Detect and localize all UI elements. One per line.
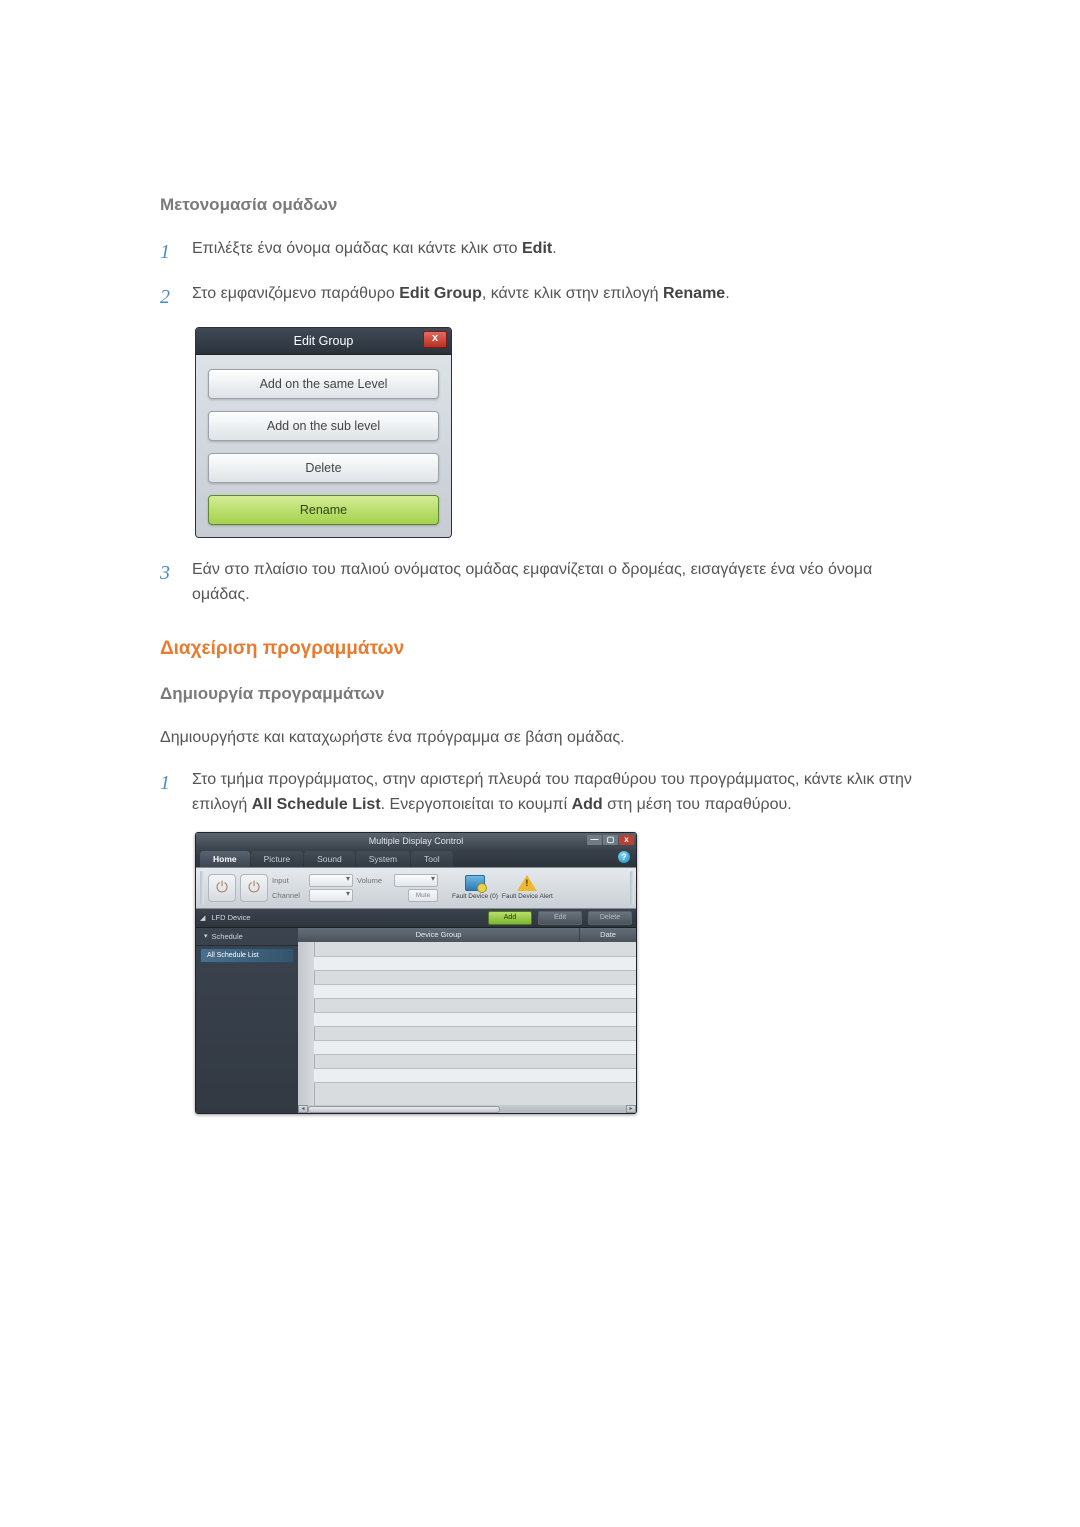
- step-text: Στο τμήμα προγράμματος, στην αριστερή πλ…: [192, 768, 920, 818]
- paragraph: Δημιουργήστε και καταχωρήστε ένα πρόγραμ…: [160, 726, 920, 751]
- right-handle[interactable]: [630, 871, 634, 905]
- mdc-window: Multiple Display Control — ▢ x Home Pict…: [195, 832, 637, 1114]
- tab-picture[interactable]: Picture: [251, 851, 303, 867]
- channel-combo[interactable]: [309, 889, 353, 902]
- steps-list-1b: 3 Εάν στο πλαίσιο του παλιού ονόματος ομ…: [160, 558, 920, 608]
- edit-group-dialog: Edit Group x Add on the same Level Add o…: [195, 327, 452, 538]
- sidebar-item-label: Schedule: [212, 932, 243, 941]
- mdc-action-bar: ◢ LFD Device Add Edit Delete: [196, 909, 636, 928]
- section-heading-rename: Μετονομασία ομάδων: [160, 195, 920, 215]
- minimize-button[interactable]: —: [587, 835, 602, 845]
- rename-button[interactable]: Rename: [208, 495, 439, 525]
- help-button[interactable]: ?: [618, 851, 630, 863]
- input-channel-group: Input Channel: [272, 874, 353, 902]
- mdc-body: ▾ Schedule All Schedule List Device Grou…: [196, 928, 636, 1113]
- mute-button[interactable]: Mute: [408, 889, 438, 902]
- fault-device-indicator[interactable]: Fault Device (0): [452, 875, 498, 900]
- fault-alert-indicator[interactable]: Fault Device Alert: [502, 875, 553, 900]
- tab-home[interactable]: Home: [200, 851, 250, 867]
- scroll-left-button[interactable]: ◂: [298, 1105, 308, 1113]
- step-text: Στο εμφανιζόμενο παράθυρο Edit Group, κά…: [192, 282, 920, 307]
- section-heading-schedules: Διαχείριση προγραμμάτων: [160, 638, 920, 660]
- tab-tool[interactable]: Tool: [411, 851, 453, 867]
- sidebar-item-schedule[interactable]: ▾ Schedule: [196, 928, 298, 946]
- power-on-button[interactable]: ⏻: [208, 874, 236, 902]
- bold-term: Edit Group: [399, 285, 482, 302]
- close-button[interactable]: x: [423, 331, 447, 348]
- col-date[interactable]: Date: [580, 928, 636, 942]
- chevron-down-icon: ◢: [200, 914, 205, 922]
- dialog-title: Edit Group: [294, 334, 354, 348]
- volume-group: Volume Mute: [357, 874, 438, 902]
- chevron-down-icon: ▾: [204, 932, 208, 940]
- add-button[interactable]: Add: [488, 911, 532, 925]
- close-button[interactable]: x: [619, 835, 634, 845]
- maximize-button[interactable]: ▢: [603, 835, 618, 845]
- delete-button[interactable]: Delete: [208, 453, 439, 483]
- delete-button[interactable]: Delete: [588, 911, 632, 925]
- monitor-icon: [465, 875, 485, 891]
- row-header-gutter: [298, 942, 315, 1113]
- volume-label: Volume: [357, 876, 391, 885]
- dialog-title-bar: Edit Group x: [196, 328, 451, 355]
- dialog-body: Add on the same Level Add on the sub lev…: [196, 355, 451, 537]
- text-fragment: στη μέση του παραθύρου.: [603, 796, 792, 813]
- bold-term: All Schedule List: [252, 796, 381, 813]
- lfd-device-label: LFD Device: [211, 913, 250, 922]
- channel-label: Channel: [272, 891, 306, 900]
- text-fragment: .: [725, 285, 729, 302]
- text-fragment: Επιλέξτε ένα όνομα ομάδας και κάντε κλικ…: [192, 240, 522, 257]
- tab-system[interactable]: System: [356, 851, 410, 867]
- horizontal-scrollbar[interactable]: ◂ ▸: [298, 1105, 636, 1113]
- text-fragment: , κάντε κλικ στην επιλογή: [482, 285, 663, 302]
- step-number: 2: [160, 282, 174, 313]
- left-handle[interactable]: [200, 871, 204, 905]
- step-text: Επιλέξτε ένα όνομα ομάδας και κάντε κλικ…: [192, 237, 920, 262]
- text-fragment: .: [552, 240, 556, 257]
- grid-body: ◂ ▸: [298, 942, 636, 1113]
- bold-term: Edit: [522, 240, 552, 257]
- mdc-tabs: Home Picture Sound System Tool ?: [196, 849, 636, 867]
- sidebar-item-all-schedule[interactable]: All Schedule List: [200, 948, 294, 963]
- bold-term: Rename: [663, 285, 725, 302]
- tab-sound[interactable]: Sound: [304, 851, 355, 867]
- input-label: Input: [272, 876, 306, 885]
- step-number: 1: [160, 237, 174, 268]
- step-number: 1: [160, 768, 174, 799]
- section-subheading-create: Δημιουργία προγραμμάτων: [160, 684, 920, 704]
- input-combo[interactable]: [309, 874, 353, 887]
- text-fragment: Στο εμφανιζόμενο παράθυρο: [192, 285, 399, 302]
- fault-alert-label: Fault Device Alert: [502, 893, 553, 900]
- steps-list-2: 1 Στο τμήμα προγράμματος, στην αριστερή …: [160, 768, 920, 818]
- mdc-main: Device Group Date: [298, 928, 636, 1113]
- scroll-right-button[interactable]: ▸: [626, 1105, 636, 1113]
- mdc-title: Multiple Display Control: [369, 836, 464, 846]
- bold-term: Add: [572, 796, 603, 813]
- scroll-thumb[interactable]: [308, 1106, 500, 1113]
- grid-header: Device Group Date: [298, 928, 636, 942]
- volume-spinner[interactable]: [394, 874, 438, 887]
- power-off-button[interactable]: ⏻: [240, 874, 268, 902]
- mdc-toolbar: ⏻ ⏻ Input Channel Volume: [196, 867, 636, 909]
- mdc-title-bar: Multiple Display Control — ▢ x: [196, 833, 636, 849]
- window-controls: — ▢ x: [587, 835, 634, 845]
- mdc-sidebar: ▾ Schedule All Schedule List: [196, 928, 298, 1113]
- col-device-group[interactable]: Device Group: [298, 928, 580, 942]
- add-same-level-button[interactable]: Add on the same Level: [208, 369, 439, 399]
- text-fragment: . Ενεργοποιείται το κουμπί: [381, 796, 572, 813]
- edit-button[interactable]: Edit: [538, 911, 582, 925]
- steps-list-1: 1 Επιλέξτε ένα όνομα ομάδας και κάντε κλ…: [160, 237, 920, 313]
- fault-device-label: Fault Device (0): [452, 893, 498, 900]
- warning-icon: [517, 875, 537, 891]
- add-sub-level-button[interactable]: Add on the sub level: [208, 411, 439, 441]
- step-text: Εάν στο πλαίσιο του παλιού ονόματος ομάδ…: [192, 558, 920, 608]
- step-number: 3: [160, 558, 174, 589]
